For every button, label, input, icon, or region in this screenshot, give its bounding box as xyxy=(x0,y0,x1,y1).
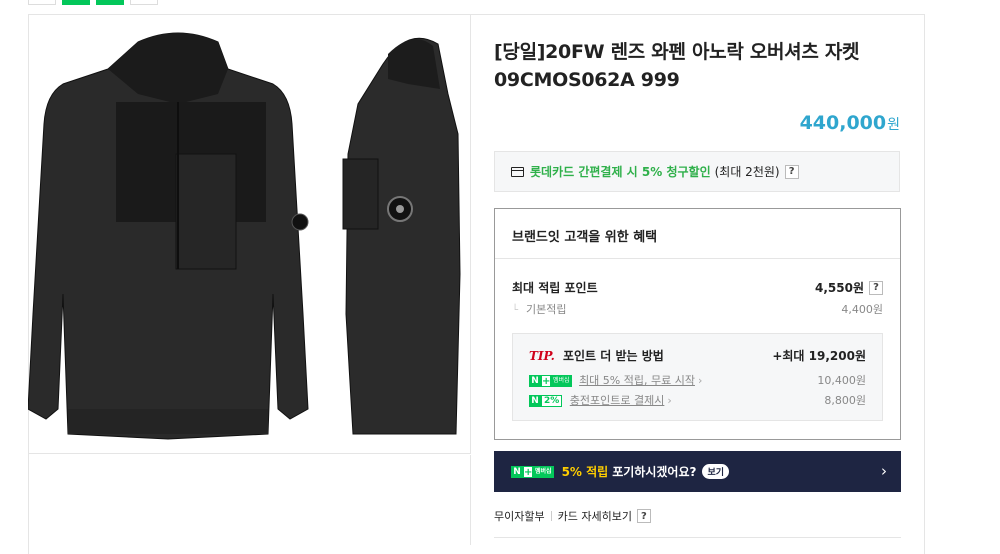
max-points-label: 최대 적립 포인트 xyxy=(512,281,598,295)
price-row: 440,000 원 xyxy=(800,112,900,134)
card-detail-link[interactable]: 카드 자세히보기 xyxy=(558,508,632,524)
benefit-box: 브랜드잇 고객을 위한 혜택 최대 적립 포인트 4,550원 ? 기본적립 4… xyxy=(494,208,901,440)
charge-points-link[interactable]: 충전포인트로 결제시 xyxy=(570,394,665,407)
credit-card-icon xyxy=(511,166,524,177)
max-points-row: 최대 적립 포인트 4,550원 ? xyxy=(512,279,883,296)
tip-word: TIP. xyxy=(529,349,555,363)
see-button[interactable]: 보기 xyxy=(702,464,730,479)
naver-bar-highlight: 5% 적립 xyxy=(561,465,609,479)
payment-links: 무이자할부 카드 자세히보기 ? xyxy=(494,508,651,524)
chevron-right-icon[interactable]: › xyxy=(881,462,887,480)
chevron-right-icon: › xyxy=(697,374,703,387)
tip-header: TIP. 포인트 더 받는 방법 +최대 19,200원 xyxy=(529,347,866,364)
membership-value: 10,400원 xyxy=(817,374,866,387)
base-points-label: 기본적립 xyxy=(512,301,566,317)
product-image[interactable] xyxy=(28,14,471,454)
naver-charge-badge: N 2% xyxy=(529,395,563,407)
chevron-right-icon: › xyxy=(667,394,672,407)
help-icon[interactable]: ? xyxy=(869,280,883,295)
max-points-value: 4,550원 xyxy=(815,281,864,295)
top-thumb-strip xyxy=(28,0,158,5)
thumb-tab[interactable] xyxy=(130,0,158,5)
jacket-image xyxy=(28,32,461,440)
divider xyxy=(550,511,552,521)
naver-membership-badge: N + 멤버십 xyxy=(511,465,554,478)
tip-box: TIP. 포인트 더 받는 방법 +최대 19,200원 N + 멤버십 최대 … xyxy=(512,333,883,421)
thumb-tab-green[interactable] xyxy=(62,0,90,5)
charge-points-value: 8,800원 xyxy=(824,394,866,407)
product-info: [당일]20FW 렌즈 와펜 아노락 오버셔츠 자켓09CMOS062A 999… xyxy=(494,38,900,134)
tip-value: +최대 19,200원 xyxy=(772,349,866,363)
gallery-below xyxy=(28,455,471,545)
thumb-tab[interactable] xyxy=(28,0,56,5)
tip-line-membership[interactable]: N + 멤버십 최대 5% 적립, 무료 시작 › 10,400원 xyxy=(529,372,866,388)
product-title: [당일]20FW 렌즈 와펜 아노락 오버셔츠 자켓09CMOS062A 999 xyxy=(494,41,860,91)
installment-link[interactable]: 무이자할부 xyxy=(494,508,545,524)
card-discount-banner[interactable]: 롯데카드 간편결제 시 5% 청구할인 (최대 2천원) ? xyxy=(494,151,900,192)
thumb-tab-green[interactable] xyxy=(96,0,124,5)
tip-line-charge[interactable]: N 2% 충전포인트로 결제시 › 8,800원 xyxy=(529,392,866,408)
benefit-heading: 브랜드잇 고객을 위한 혜택 xyxy=(495,209,900,259)
membership-link[interactable]: 최대 5% 적립, 무료 시작 xyxy=(579,374,695,387)
price-currency: 원 xyxy=(887,117,900,133)
help-icon[interactable]: ? xyxy=(636,509,651,523)
base-points-row: 기본적립 4,400원 xyxy=(512,301,883,317)
naver-membership-badge: N + 멤버십 xyxy=(529,375,572,387)
product-price: 440,000 xyxy=(799,112,887,134)
card-discount-note: (최대 2천원) xyxy=(714,165,780,179)
base-points-value: 4,400원 xyxy=(841,303,883,316)
card-discount-highlight: 롯데카드 간편결제 시 5% 청구할인 xyxy=(530,165,711,179)
tip-label: 포인트 더 받는 방법 xyxy=(562,349,664,363)
help-icon[interactable]: ? xyxy=(784,164,799,179)
naver-membership-bar[interactable]: N + 멤버십 5% 적립 포기하시겠어요? 보기 › xyxy=(494,451,901,492)
naver-bar-text: 포기하시겠어요? xyxy=(612,465,697,479)
